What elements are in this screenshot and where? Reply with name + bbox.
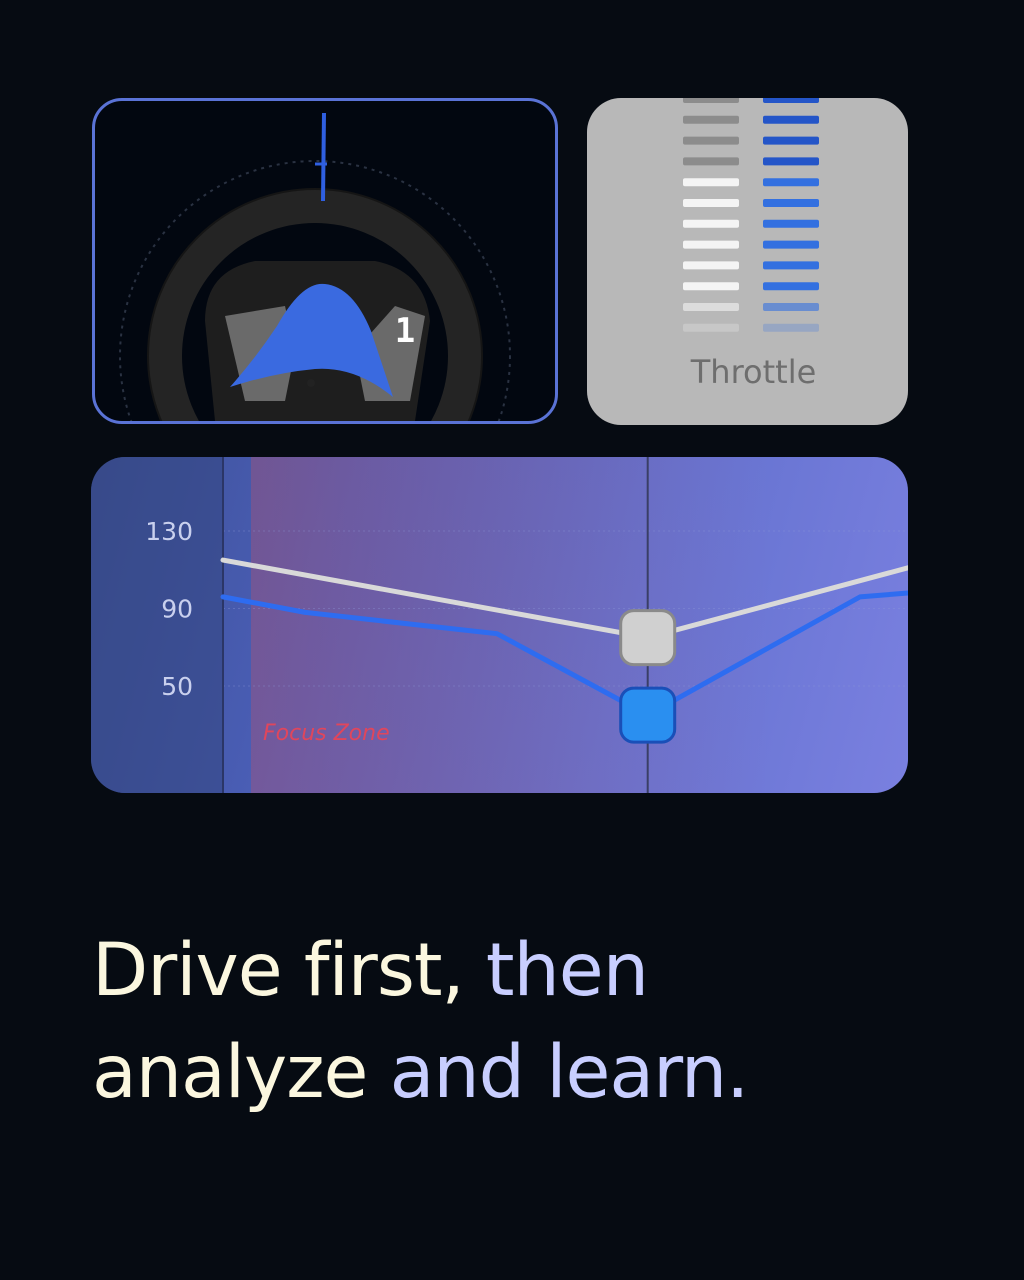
headline-accent-1: then <box>485 928 649 1013</box>
throttle-ref-bar <box>683 219 739 228</box>
throttle-ref-bar <box>683 136 739 145</box>
headline-line-1: Drive first, then <box>92 920 972 1022</box>
focus-zone-label: Focus Zone <box>263 721 390 746</box>
throttle-level-bar <box>763 98 819 103</box>
throttle-ref-bar <box>683 199 739 207</box>
throttle-level-bar <box>763 261 819 270</box>
throttle-card: Throttle <box>587 98 908 425</box>
wheel-top-marker <box>321 112 326 202</box>
throttle-level-bar <box>763 178 819 187</box>
throttle-label: Throttle <box>690 353 817 391</box>
steering-wheel-graphic <box>119 112 511 421</box>
telemetry-chart-card: Focus Zone 130 90 50 <box>91 457 908 793</box>
throttle-ref-bar <box>683 115 739 124</box>
headline-accent-2: and learn. <box>389 1030 750 1115</box>
headline-line-2: analyze and learn. <box>92 1022 972 1124</box>
throttle-ref-bar <box>683 282 739 291</box>
marker-current[interactable] <box>619 686 677 744</box>
throttle-ref-bar <box>683 323 739 332</box>
marker-reference[interactable] <box>619 609 677 667</box>
telemetry-chart: Focus Zone 130 90 50 <box>91 457 908 793</box>
throttle-ref-bar <box>683 157 739 166</box>
throttle-level-bar <box>763 157 819 166</box>
throttle-ref-bar <box>683 240 739 249</box>
throttle-level-bar <box>763 240 819 249</box>
throttle-level-bar <box>763 199 819 207</box>
y-tick-label: 90 <box>161 595 193 624</box>
root: 1 Throttle Focus Zone 130 90 50 Drive firs… <box>0 0 1024 1280</box>
throttle-level-bar <box>763 219 819 228</box>
wheel-center-bolt <box>307 379 315 387</box>
throttle-level-bar <box>763 323 819 332</box>
throttle-level-bar <box>763 282 819 291</box>
throttle-ref-bar <box>683 98 739 103</box>
headline: Drive first, then analyze and learn. <box>92 920 972 1124</box>
gear-number: 1 <box>394 311 416 351</box>
throttle-ref-bar <box>683 303 739 311</box>
throttle-level-bar <box>763 303 819 311</box>
y-tick-label: 130 <box>145 517 193 546</box>
headline-text-1: Drive first, <box>92 928 486 1013</box>
throttle-level-bar <box>763 115 819 124</box>
throttle-ref-bar <box>683 261 739 270</box>
chart-axis-band <box>91 457 223 793</box>
headline-text-2: analyze <box>92 1030 390 1115</box>
throttle-ref-bar <box>683 178 739 187</box>
throttle-level-bar <box>763 136 819 145</box>
y-tick-label: 50 <box>161 672 193 701</box>
steering-wheel-card: 1 <box>92 98 558 424</box>
